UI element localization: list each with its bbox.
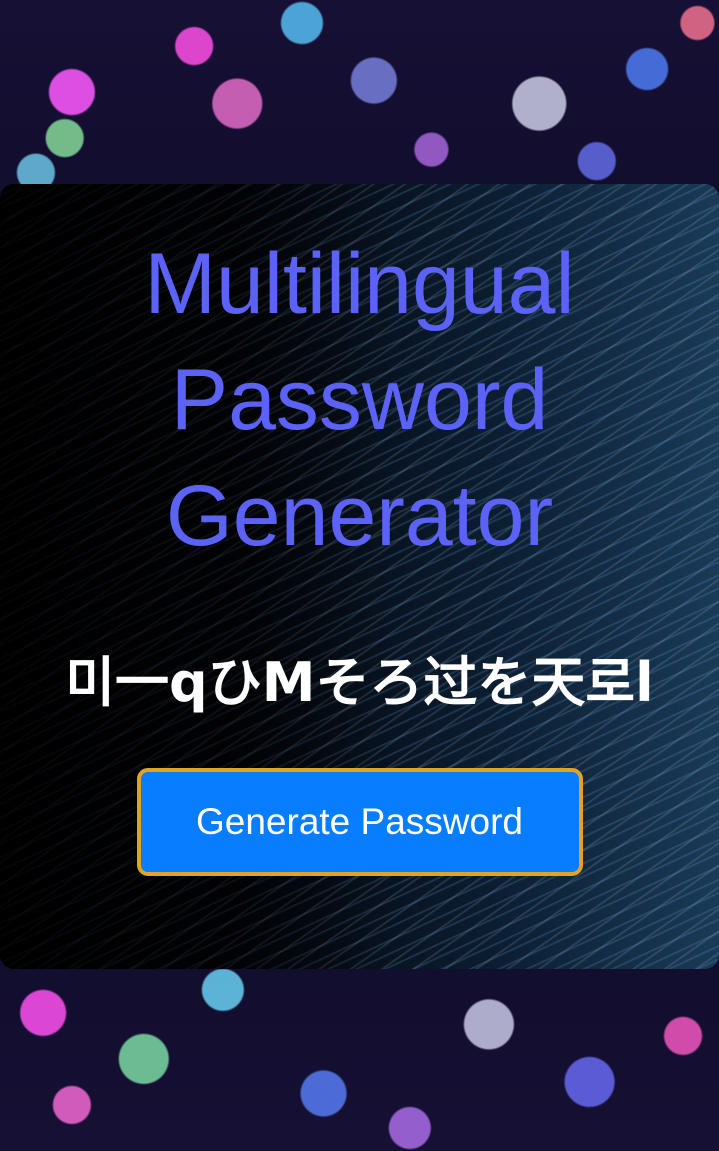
generate-password-button[interactable]: Generate Password <box>136 768 583 876</box>
app-title: Multilingual Password Generator <box>144 236 575 564</box>
card-content: Multilingual Password Generator 미一qひMそろ过… <box>0 184 719 876</box>
generator-card: Multilingual Password Generator 미一qひMそろ过… <box>0 184 719 969</box>
page-background: Multilingual Password Generator 미一qひMそろ过… <box>0 0 719 1151</box>
generated-password: 미一qひMそろ过を天로l <box>65 651 654 714</box>
